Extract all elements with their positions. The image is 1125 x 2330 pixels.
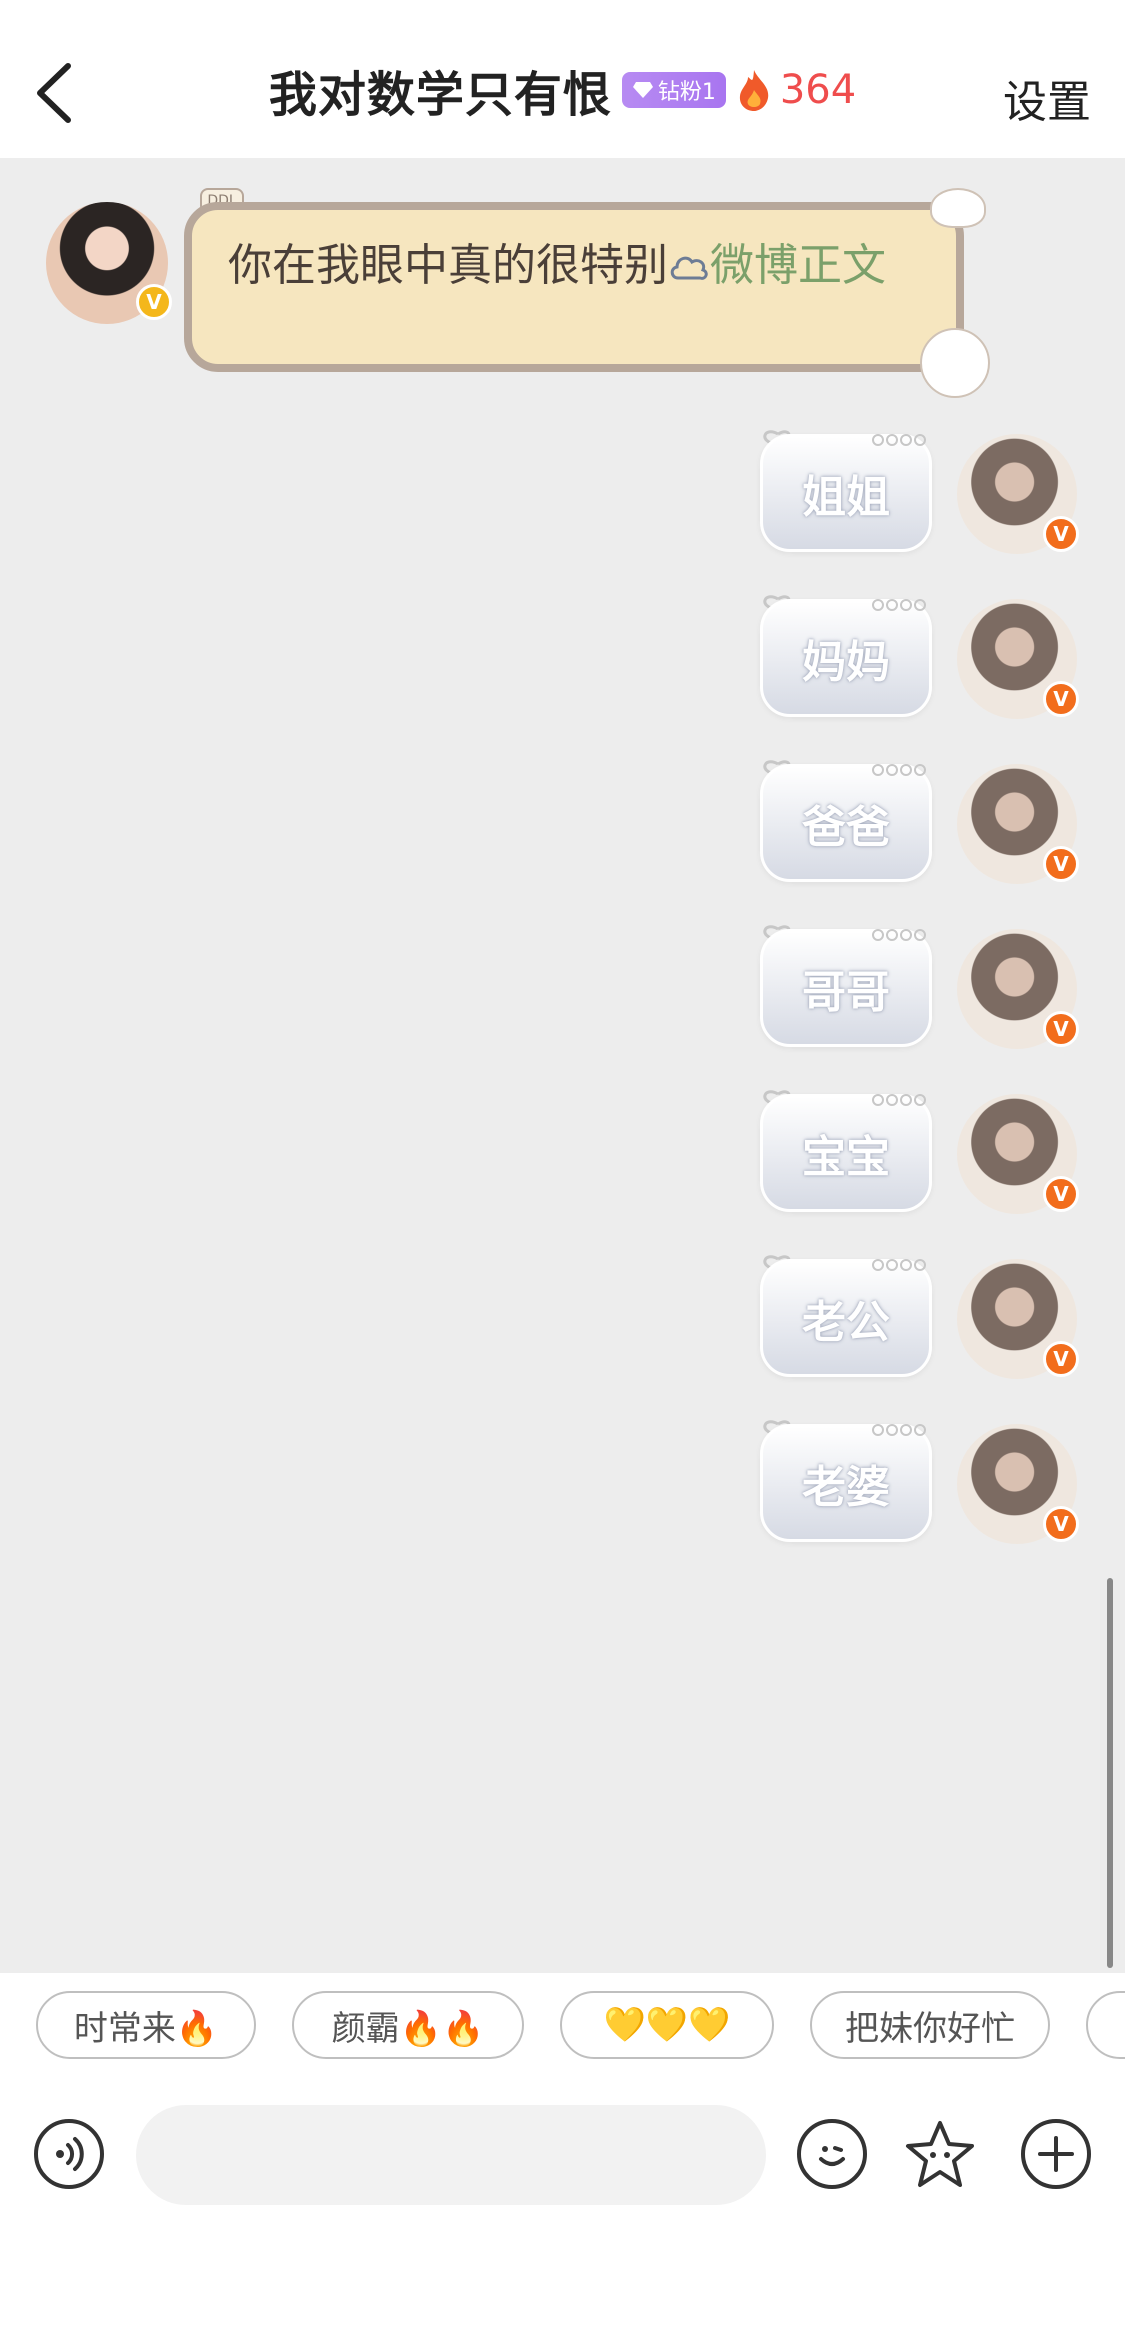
message-row: 姐姐 V — [0, 430, 1125, 554]
message-row: 宝宝 V — [0, 1090, 1125, 1214]
my-avatar[interactable]: V — [957, 1094, 1079, 1214]
message-row: 妈妈 V — [0, 595, 1125, 719]
star-sticker-icon — [906, 2121, 974, 2187]
chat-area[interactable]: V DDL 你在我眼中真的很特别 微博正文 姐姐 V 妈妈 V 爸爸 V 哥哥 V… — [0, 158, 1125, 1973]
my-avatar[interactable]: V — [957, 764, 1079, 884]
verified-badge: V — [1043, 1506, 1079, 1542]
message-input[interactable] — [136, 2105, 766, 2205]
voice-button[interactable] — [34, 2119, 104, 2189]
verified-badge: V — [1043, 516, 1079, 552]
page-title: 我对数学只有恨 — [268, 67, 612, 123]
beads-icon — [872, 1259, 926, 1271]
my-avatar[interactable]: V — [957, 434, 1079, 554]
outgoing-message-bubble[interactable]: 哥哥 — [760, 929, 932, 1047]
sticker-button[interactable] — [902, 2117, 978, 2193]
quick-reply-chip-partial[interactable] — [1086, 1991, 1125, 2059]
beads-icon — [872, 434, 926, 446]
message-row: 爸爸 V — [0, 760, 1125, 884]
fan-level-badge: 钻粉1 — [621, 72, 726, 108]
sender-avatar[interactable]: V — [46, 202, 172, 324]
chat-header: 我对数学只有恨 钻粉1 364 设置 — [0, 0, 1125, 158]
quick-reply-chip[interactable]: 把妹你好忙 — [810, 1991, 1050, 2059]
weibo-post-link[interactable]: 微博正文 — [710, 240, 886, 291]
incoming-message-bubble[interactable]: 你在我眼中真的很特别 微博正文 — [184, 202, 964, 372]
verified-badge: V — [1043, 681, 1079, 717]
outgoing-message-bubble[interactable]: 老婆 — [760, 1424, 932, 1542]
title-group: 我对数学只有恨 钻粉1 364 — [0, 60, 1125, 123]
emoji-button[interactable] — [797, 2119, 867, 2189]
verified-badge: V — [1043, 1011, 1079, 1047]
verified-badge: V — [1043, 846, 1079, 882]
outgoing-message-bubble[interactable]: 宝宝 — [760, 1094, 932, 1212]
my-avatar[interactable]: V — [957, 599, 1079, 719]
message-row: 哥哥 V — [0, 925, 1125, 1049]
beads-icon — [872, 1094, 926, 1106]
diamond-icon — [632, 82, 653, 98]
incoming-message-text: 你在我眼中真的很特别 — [228, 240, 668, 291]
ghost-sticker — [930, 188, 986, 228]
beads-icon — [872, 599, 926, 611]
my-avatar[interactable]: V — [957, 1424, 1079, 1544]
my-avatar[interactable]: V — [957, 929, 1079, 1049]
verified-badge: V — [1043, 1341, 1079, 1377]
outgoing-message-bubble[interactable]: 姐姐 — [760, 434, 932, 552]
message-row: 老婆 V — [0, 1420, 1125, 1544]
quick-reply-chip[interactable]: 时常来🔥 — [36, 1991, 256, 2059]
message-row: 老公 V — [0, 1255, 1125, 1379]
beads-icon — [872, 929, 926, 941]
outgoing-message-bubble[interactable]: 妈妈 — [760, 599, 932, 717]
beads-icon — [872, 764, 926, 776]
beads-icon — [872, 1424, 926, 1436]
fan-badge-label: 钻粉1 — [657, 80, 716, 105]
voice-icon — [56, 2137, 84, 2171]
weibo-cloud-icon — [670, 256, 708, 280]
flame-icon — [739, 70, 769, 111]
smiley-icon — [819, 2146, 845, 2166]
input-bar — [0, 2083, 1125, 2330]
more-button[interactable] — [1021, 2119, 1091, 2189]
intimacy-flame: 364 — [736, 67, 856, 113]
outgoing-message-bubble[interactable]: 老公 — [760, 1259, 932, 1377]
scrollbar[interactable] — [1107, 1578, 1113, 1968]
quick-reply-chip[interactable]: 颜霸🔥🔥 — [292, 1991, 524, 2059]
my-avatar[interactable]: V — [957, 1259, 1079, 1379]
outgoing-message-bubble[interactable]: 爸爸 — [760, 764, 932, 882]
quick-reply-chip[interactable]: 💛💛💛 — [560, 1991, 774, 2059]
verified-badge: V — [1043, 1176, 1079, 1212]
cat-sticker — [920, 328, 990, 398]
plus-icon — [1038, 2136, 1074, 2172]
flame-count-value: 364 — [779, 67, 857, 113]
quick-reply-bar: 时常来🔥 颜霸🔥🔥 💛💛💛 把妹你好忙 — [0, 1973, 1125, 2083]
settings-button[interactable]: 设置 — [1003, 66, 1091, 130]
verified-badge: V — [136, 284, 172, 320]
